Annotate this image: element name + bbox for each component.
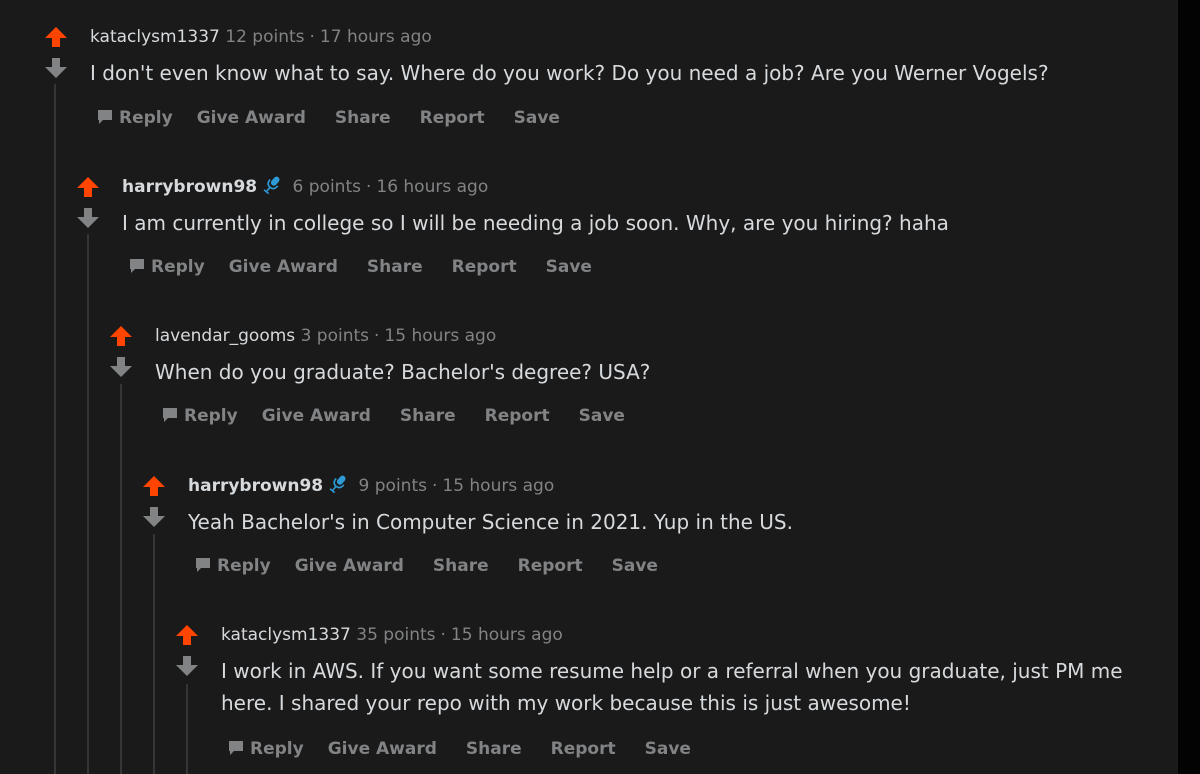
comment: kataclysm1337 12 points · 17 hours ago I d… [44,25,1170,135]
thread-line[interactable] [120,384,122,774]
downvote-arrow-icon[interactable] [44,56,68,80]
comment-meta: lavendar_gooms 3 points · 15 hours ago [155,324,496,348]
upvote-arrow-icon[interactable] [175,623,199,647]
comment-time[interactable]: 17 hours ago [320,27,432,47]
report-button[interactable]: Report [452,255,517,279]
comment-points: 12 points [225,27,305,47]
save-button[interactable]: Save [514,106,560,130]
upvote-arrow-icon[interactable] [44,25,68,49]
reply-label: Reply [184,406,238,426]
upvote-arrow-icon[interactable] [142,474,166,498]
comment: harrybrown98 6 points · 16 hours ago I am … [76,175,1170,285]
comment-author[interactable]: lavendar_gooms [155,326,295,346]
speech-bubble-icon [128,257,146,275]
comment: harrybrown98 9 points · 15 hours ago Yeah … [142,474,1170,584]
comment-body: When do you graduate? Bachelor's degree?… [155,360,651,384]
thread-line[interactable] [87,234,89,774]
upvote-arrow-icon[interactable] [76,175,100,199]
reply-label: Reply [151,257,205,277]
reply-button[interactable]: Reply [128,255,205,279]
share-button[interactable]: Share [466,737,522,761]
comment-actions: Reply Give Award Share Report Save [194,554,687,578]
comment-points: 9 points [358,476,427,496]
save-button[interactable]: Save [546,255,592,279]
comment-points: 3 points [300,326,369,346]
reply-label: Reply [250,739,304,759]
reply-label: Reply [217,556,271,576]
give-award-button[interactable]: Give Award [229,255,338,279]
save-button[interactable]: Save [612,554,658,578]
thread-line[interactable] [54,84,56,774]
microphone-icon [327,473,349,495]
report-button[interactable]: Report [551,737,616,761]
comment-time[interactable]: 15 hours ago [442,476,554,496]
microphone-icon [261,174,283,196]
reply-label: Reply [119,108,173,128]
speech-bubble-icon [161,406,179,424]
give-award-button[interactable]: Give Award [328,737,437,761]
comment-points: 35 points [356,625,436,645]
meta-separator: · [309,27,315,47]
comment-time[interactable]: 15 hours ago [384,326,496,346]
comment-body: Yeah Bachelor's in Computer Science in 2… [188,510,793,534]
reply-button[interactable]: Reply [194,554,271,578]
give-award-button[interactable]: Give Award [262,404,371,428]
share-button[interactable]: Share [367,255,423,279]
comment-time[interactable]: 16 hours ago [376,177,488,197]
reply-button[interactable]: Reply [161,404,238,428]
comment-author[interactable]: harrybrown98 [122,177,257,197]
comment-body: I am currently in college so I will be n… [122,211,949,235]
report-button[interactable]: Report [420,106,485,130]
comment-author[interactable]: harrybrown98 [188,476,323,496]
comment-body: I work in AWS. If you want some resume h… [221,659,1123,715]
share-button[interactable]: Share [433,554,489,578]
save-button[interactable]: Save [645,737,691,761]
comment-actions: Reply Give Award Share Report Save [227,737,720,761]
downvote-arrow-icon[interactable] [109,355,133,379]
comment-meta: kataclysm1337 12 points · 17 hours ago [90,25,432,49]
share-button[interactable]: Share [335,106,391,130]
comment-time[interactable]: 15 hours ago [451,625,563,645]
comment-meta: harrybrown98 9 points · 15 hours ago [188,474,554,498]
report-button[interactable]: Report [518,554,583,578]
comment-body: I don't even know what to say. Where do … [90,61,1049,85]
report-button[interactable]: Report [485,404,550,428]
speech-bubble-icon [96,108,114,126]
meta-separator: · [365,177,372,197]
comment-points: 6 points [292,177,361,197]
downvote-arrow-icon[interactable] [76,206,100,230]
save-button[interactable]: Save [579,404,625,428]
comment: lavendar_gooms 3 points · 15 hours ago Whe… [109,324,1170,434]
meta-separator: · [374,326,380,346]
comment-thread: kataclysm1337 12 points · 17 hours ago I d… [0,0,1200,774]
speech-bubble-icon [194,556,212,574]
comment: kataclysm1337 35 points · 15 hours ago I w… [175,623,1170,763]
reply-button[interactable]: Reply [96,106,173,130]
meta-separator: · [440,625,446,645]
upvote-arrow-icon[interactable] [109,324,133,348]
downvote-arrow-icon[interactable] [175,654,199,678]
comment-actions: Reply Give Award Share Report Save [128,255,621,279]
share-button[interactable]: Share [400,404,456,428]
speech-bubble-icon [227,739,245,757]
comment-actions: Reply Give Award Share Report Save [161,404,654,428]
give-award-button[interactable]: Give Award [197,106,306,130]
comment-author[interactable]: kataclysm1337 [90,27,220,47]
comment-meta: kataclysm1337 35 points · 15 hours ago [221,623,563,647]
give-award-button[interactable]: Give Award [295,554,404,578]
comment-meta: harrybrown98 6 points · 16 hours ago [122,175,488,199]
page-edge [1178,0,1200,774]
downvote-arrow-icon[interactable] [142,505,166,529]
comment-author[interactable]: kataclysm1337 [221,625,351,645]
meta-separator: · [431,476,438,496]
comment-actions: Reply Give Award Share Report Save [96,106,589,130]
reply-button[interactable]: Reply [227,737,304,761]
